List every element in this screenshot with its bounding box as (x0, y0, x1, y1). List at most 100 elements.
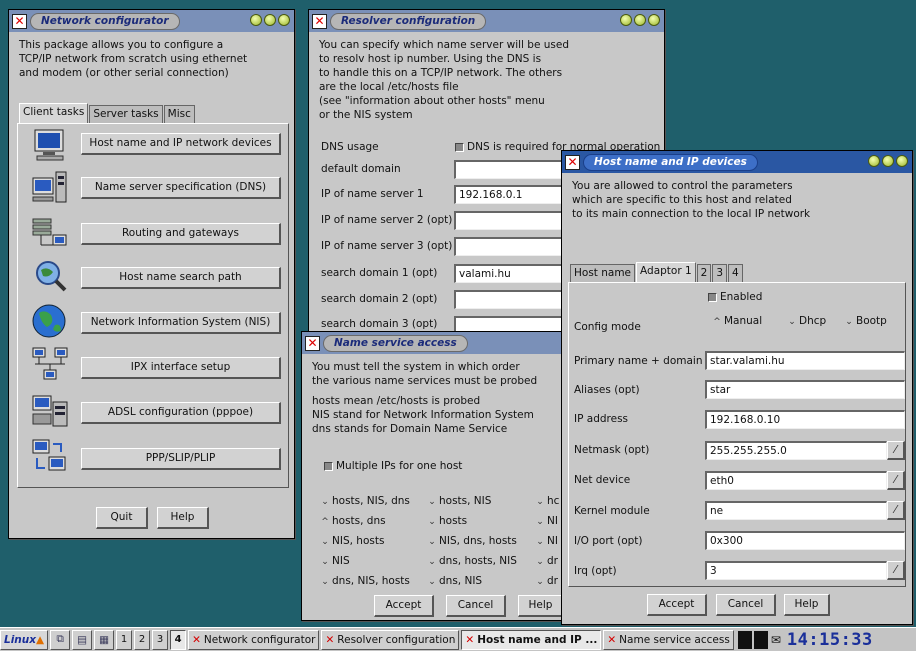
cancel-button[interactable]: Cancel (716, 594, 776, 616)
radio-label: NI (547, 515, 558, 527)
radio-option[interactable]: ⌄ dr (535, 575, 558, 587)
title-bar[interactable]: ✕ Host name and IP devices (562, 151, 912, 173)
task-button-ipx[interactable]: IPX interface setup (81, 357, 281, 379)
radio-label: dns, hosts, NIS (439, 555, 517, 567)
desktop-1-button[interactable]: 1 (116, 629, 133, 650)
minimize-button[interactable] (620, 14, 632, 26)
irq-input[interactable]: 3 (705, 561, 887, 580)
adsl-modem-icon (31, 392, 69, 428)
minimize-button[interactable] (868, 155, 880, 167)
window-title: Resolver configuration (330, 12, 487, 30)
task-button-search-path[interactable]: Host name search path (81, 267, 281, 289)
windows-list-icon[interactable]: ⧉ (50, 629, 71, 650)
kernel-module-input[interactable]: ne (705, 501, 887, 520)
intro-text: You are allowed to control the parameter… (572, 180, 811, 220)
tab-adaptor-4[interactable]: 4 (728, 264, 743, 282)
tab-adaptor-2[interactable]: 2 (696, 264, 712, 282)
window-menu-icon[interactable]: ✕ (305, 335, 320, 351)
radio-off-icon: ⌄ (321, 497, 329, 507)
tab-misc[interactable]: Misc (163, 105, 195, 123)
radio-option[interactable]: ⌄ hosts, NIS, dns (320, 495, 410, 507)
netmask-dropdown-icon[interactable]: ⁄ (887, 441, 905, 460)
tab-server-tasks[interactable]: Server tasks (89, 105, 163, 123)
minimize-button[interactable] (250, 14, 262, 26)
radio-label: NIS, hosts (332, 535, 385, 547)
name-service-access-window: ✕ Name service access You must tell the … (301, 331, 571, 621)
radio-label: dr (547, 555, 558, 567)
quit-button[interactable]: Quit (96, 507, 148, 529)
irq-dropdown-icon[interactable]: ⁄ (887, 561, 905, 580)
radio-option[interactable]: ⌄ NIS (320, 555, 349, 567)
cancel-button[interactable]: Cancel (446, 595, 506, 617)
window-menu-icon[interactable]: ✕ (12, 13, 27, 29)
close-button[interactable] (278, 14, 290, 26)
host-name-ip-devices-window: ✕ Host name and IP devices You are allow… (561, 150, 913, 625)
desktop-3-button[interactable]: 3 (152, 629, 169, 650)
file-manager-icon[interactable]: ▦ (94, 629, 115, 650)
terminal-icon[interactable]: ▤ (72, 629, 93, 650)
task-button-ppp[interactable]: PPP/SLIP/PLIP (81, 448, 281, 470)
app-icon: ✕ (192, 633, 201, 646)
desktop-2-button[interactable]: 2 (134, 629, 151, 650)
maximize-button[interactable] (264, 14, 276, 26)
radio-option[interactable]: ⌄ hc (535, 495, 559, 507)
tab-adaptor-1[interactable]: Adaptor 1 (636, 262, 696, 282)
accept-button[interactable]: Accept (647, 594, 707, 616)
primary-name-input[interactable]: star.valami.hu (705, 351, 905, 370)
radio-option[interactable]: ⌄ dns, NIS, hosts (320, 575, 410, 587)
taskbar-window-resolver[interactable]: ✕ Resolver configuration (321, 629, 460, 650)
task-button-dns[interactable]: Name server specification (DNS) (81, 177, 281, 199)
tab-client-tasks[interactable]: Client tasks (19, 103, 89, 123)
radio-option[interactable]: ⌄ dns, hosts, NIS (427, 555, 517, 567)
taskbar-window-name-service[interactable]: ✕ Name service access (603, 629, 734, 650)
help-button[interactable]: Help (784, 594, 830, 616)
help-button[interactable]: Help (518, 595, 564, 617)
window-menu-icon[interactable]: ✕ (312, 13, 327, 29)
radio-option[interactable]: ⌄ dns, NIS (427, 575, 482, 587)
tab-host-name[interactable]: Host name (570, 264, 636, 282)
multiple-ips-checkbox[interactable]: Multiple IPs for one host (324, 460, 462, 472)
desktop-4-button[interactable]: 4 (170, 629, 187, 650)
mode-bootp-radio[interactable]: ⌄ Bootp (844, 315, 887, 327)
mode-manual-radio[interactable]: ^ Manual (712, 315, 762, 327)
maximize-button[interactable] (634, 14, 646, 26)
start-menu-button[interactable]: Linux ▲ (0, 629, 49, 650)
window-menu-icon[interactable]: ✕ (565, 154, 580, 170)
task-button-adsl[interactable]: ADSL configuration (pppoe) (81, 402, 281, 424)
radio-option[interactable]: ⌄ NIS, hosts (320, 535, 384, 547)
title-bar[interactable]: ✕ Network configurator (9, 10, 294, 32)
radio-option[interactable]: ⌄ NIS, dns, hosts (427, 535, 517, 547)
radio-label: dns, NIS, hosts (332, 575, 410, 587)
radio-option[interactable]: ⌄ hosts, NIS (427, 495, 491, 507)
title-bar[interactable]: ✕ Name service access (302, 332, 570, 354)
aliases-input[interactable]: star (705, 380, 905, 399)
netmask-input[interactable]: 255.255.255.0 (705, 441, 887, 460)
taskbar-window-network-configurator[interactable]: ✕ Network configurator (188, 629, 320, 650)
task-button-host-name-ip[interactable]: Host name and IP network devices (81, 133, 281, 155)
enabled-checkbox[interactable]: Enabled (708, 291, 762, 303)
mode-dhcp-radio[interactable]: ⌄ Dhcp (787, 315, 826, 327)
help-button[interactable]: Help (157, 507, 209, 529)
radio-option[interactable]: ⌄ NI (535, 535, 558, 547)
io-port-input[interactable]: 0x300 (705, 531, 905, 550)
radio-option[interactable]: ⌄ NI (535, 515, 558, 527)
radio-option[interactable]: ⌄ hosts (427, 515, 467, 527)
maximize-button[interactable] (882, 155, 894, 167)
tab-adaptor-3[interactable]: 3 (712, 264, 728, 282)
task-button-routing[interactable]: Routing and gateways (81, 223, 281, 245)
net-device-dropdown-icon[interactable]: ⁄ (887, 471, 905, 490)
close-button[interactable] (648, 14, 660, 26)
globe-icon (31, 303, 69, 339)
close-button[interactable] (896, 155, 908, 167)
net-device-input[interactable]: eth0 (705, 471, 887, 490)
radio-label: NIS, dns, hosts (439, 535, 517, 547)
taskbar-window-host-name-ip[interactable]: ✕ Host name and IP ... (461, 629, 602, 650)
kernel-module-dropdown-icon[interactable]: ⁄ (887, 501, 905, 520)
ip-address-input[interactable]: 192.168.0.10 (705, 410, 905, 429)
accept-button[interactable]: Accept (374, 595, 434, 617)
title-bar[interactable]: ✕ Resolver configuration (309, 10, 664, 32)
radio-option[interactable]: ⌄ dr (535, 555, 558, 567)
mail-icon[interactable]: ✉ (771, 633, 781, 647)
radio-option[interactable]: ^ hosts, dns (320, 515, 385, 527)
task-button-nis[interactable]: Network Information System (NIS) (81, 312, 281, 334)
